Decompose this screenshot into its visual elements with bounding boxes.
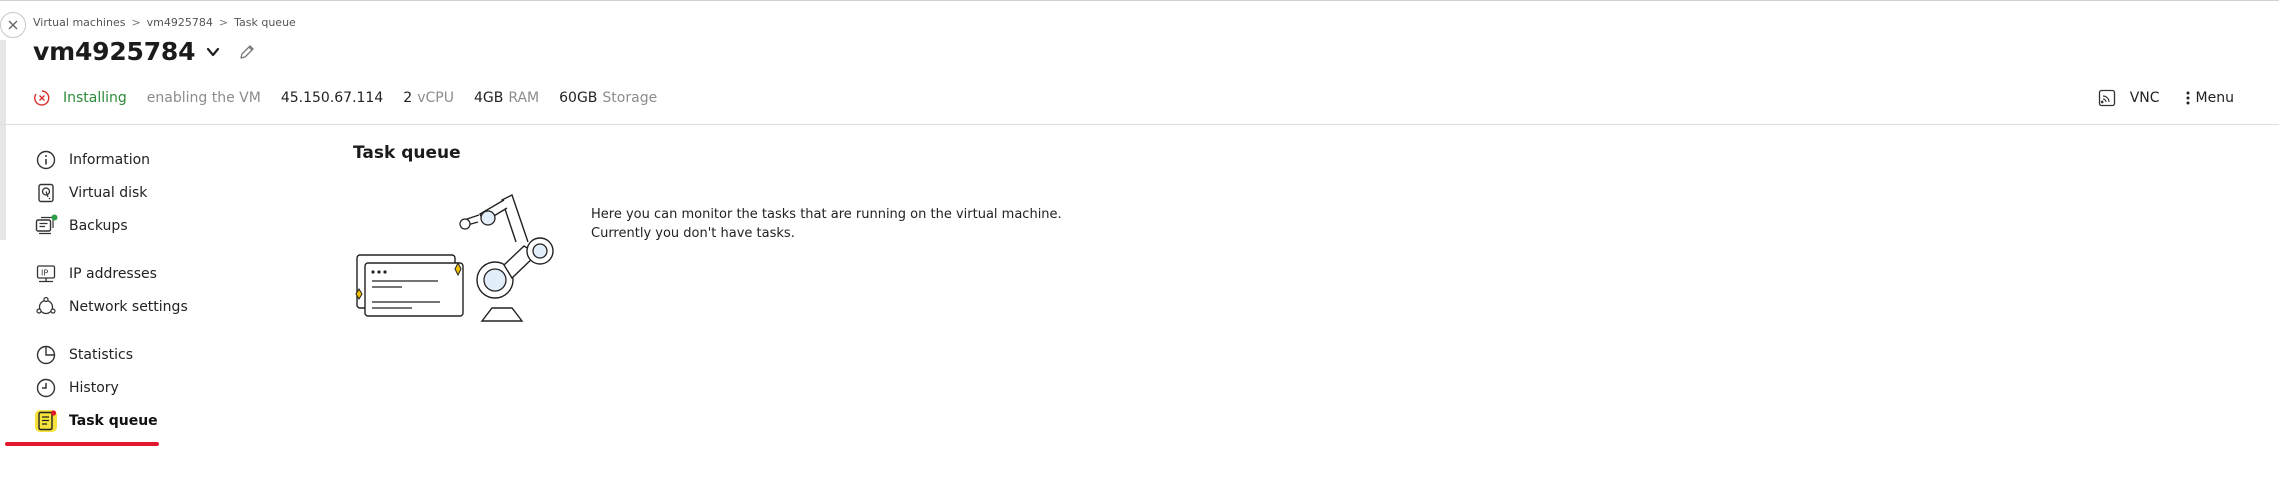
close-icon [8, 20, 18, 30]
sidebar-item-ip-addresses[interactable]: IP IP addresses [34, 261, 157, 287]
ram-value: 4GB [473, 90, 504, 106]
ram-unit: RAM [508, 90, 540, 106]
ip-address[interactable]: 45.150.67.114 [281, 90, 383, 106]
sidebar-item-backups[interactable]: Backups [34, 213, 128, 239]
window-top-border [0, 0, 2279, 1]
active-tab-indicator [5, 442, 159, 446]
breadcrumb-separator: > [131, 16, 141, 29]
sidebar-item-label: Task queue [69, 413, 158, 429]
backups-icon [34, 214, 58, 238]
sidebar-item-label: Statistics [69, 347, 133, 363]
sidebar-item-label: Network settings [69, 299, 188, 315]
header-divider [0, 124, 2279, 125]
sidebar-item-label: History [69, 380, 119, 396]
vm-status-bar: Installing enabling the VM 45.150.67.114… [33, 86, 657, 110]
breadcrumb-current: Task queue [234, 16, 296, 29]
breadcrumb: Virtual machines > vm4925784 > Task queu… [33, 16, 296, 29]
sidebar-item-network-settings[interactable]: Network settings [34, 294, 188, 320]
task-queue-icon [34, 409, 58, 433]
sidebar-item-label: Backups [69, 218, 128, 234]
vnc-icon[interactable] [2098, 89, 2116, 107]
sidebar-item-statistics[interactable]: Statistics [34, 342, 133, 368]
sidebar-item-label: Virtual disk [69, 185, 148, 201]
sidebar-item-task-queue[interactable]: Task queue [34, 408, 158, 434]
ip-icon: IP [34, 262, 58, 286]
more-vertical-icon[interactable] [2184, 90, 2192, 106]
cpu-value: 2 [403, 90, 413, 106]
storage-unit: Storage [602, 90, 658, 106]
edit-pencil-icon[interactable] [237, 42, 257, 62]
sidebar-item-information[interactable]: Information [34, 147, 150, 173]
empty-state-line-2: Currently you don't have tasks. [591, 226, 795, 241]
storage-value: 60GB [559, 90, 598, 106]
empty-state-line-1: Here you can monitor the tasks that are … [591, 207, 1062, 222]
breadcrumb-separator: > [218, 16, 229, 29]
vnc-button[interactable]: VNC [2130, 90, 2160, 106]
menu-button[interactable]: Menu [2196, 90, 2234, 106]
cpu-unit: vCPU [417, 90, 454, 106]
pie-chart-icon [34, 343, 58, 367]
clock-icon [34, 376, 58, 400]
sidebar-item-virtual-disk[interactable]: Virtual disk [34, 180, 147, 206]
info-icon [34, 148, 58, 172]
disk-icon [34, 181, 58, 205]
left-edge-strip [0, 40, 6, 240]
close-panel-button[interactable] [0, 12, 26, 38]
breadcrumb-vm[interactable]: vm4925784 [147, 16, 213, 29]
header-actions: VNC Menu [2098, 86, 2234, 110]
robot-arm-illustration [355, 194, 554, 322]
svg-text:IP: IP [41, 269, 48, 278]
breadcrumb-virtual-machines[interactable]: Virtual machines [33, 16, 125, 29]
section-title: Task queue [353, 143, 461, 163]
title-row: vm4925784 [33, 37, 257, 66]
status-substate: enabling the VM [146, 90, 261, 106]
status-state: Installing [63, 90, 127, 106]
status-error-icon [33, 89, 51, 107]
empty-state-message: Here you can monitor the tasks that are … [591, 205, 1062, 243]
sidebar-item-label: Information [69, 152, 151, 168]
network-icon [34, 295, 58, 319]
sidebar-item-label: IP addresses [69, 266, 157, 282]
page-title: vm4925784 [33, 37, 196, 66]
chevron-down-icon[interactable] [205, 44, 221, 60]
sidebar-item-history[interactable]: History [34, 375, 119, 401]
